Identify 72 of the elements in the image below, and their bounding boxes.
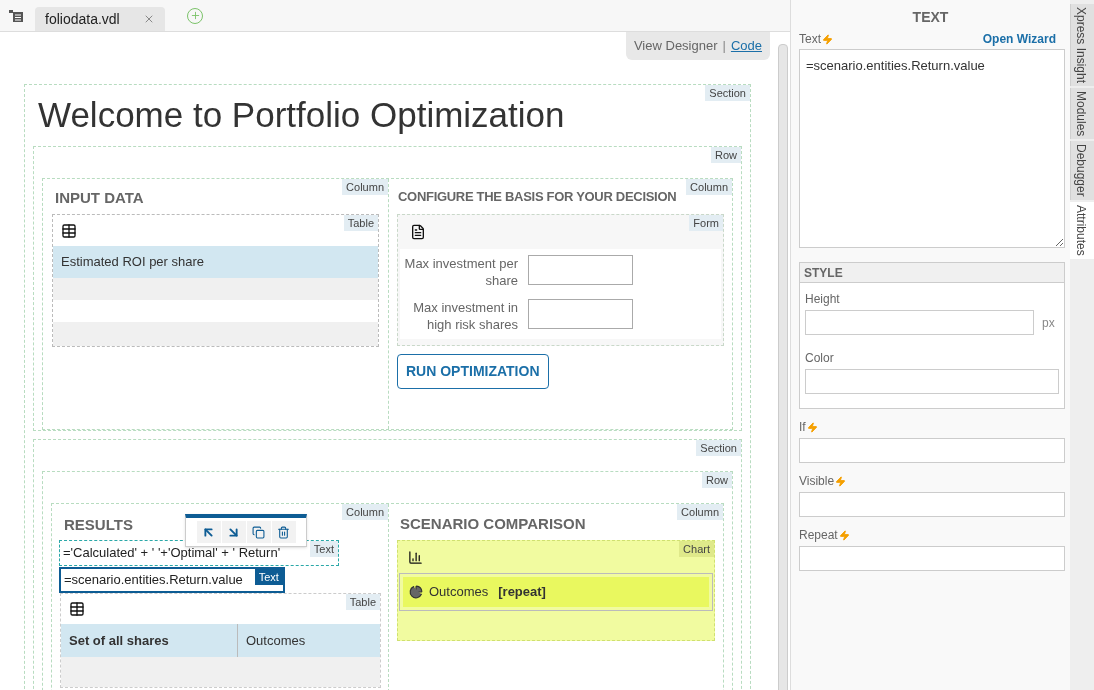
file-tab[interactable]: foliodata.vdl	[35, 7, 165, 31]
color-field[interactable]	[805, 369, 1059, 394]
element-tag: Row	[711, 147, 741, 163]
section-heading: CONFIGURE THE BASIS FOR YOUR DECISION	[397, 188, 677, 206]
panel-title: TEXT	[911, 8, 950, 27]
element-tag: Table	[343, 215, 378, 231]
copy-button[interactable]	[246, 521, 271, 543]
field-label: Height	[805, 291, 841, 308]
text-value: =scenario.entities.Return.value	[64, 571, 243, 590]
unit-label: px	[1042, 314, 1055, 332]
input-field[interactable]	[528, 299, 633, 329]
table-icon	[61, 222, 77, 239]
repeat-label: [repeat]	[498, 583, 546, 602]
table-header-cell: Estimated ROI per share	[53, 246, 378, 278]
field-label: Repeat	[799, 528, 850, 542]
plus-icon	[189, 10, 201, 21]
input-field[interactable]	[528, 255, 633, 285]
text-value: ='Calculated' + ' '+'Optimal' + ' Return'	[63, 544, 281, 563]
side-tab[interactable]: Modules	[1070, 88, 1094, 140]
separator: |	[722, 37, 726, 56]
move-down-button[interactable]	[221, 521, 246, 543]
field-label: If	[799, 420, 818, 434]
view-option-link[interactable]: Code	[730, 36, 762, 56]
height-field[interactable]	[805, 310, 1034, 335]
lightning-icon	[835, 476, 847, 488]
scrollbar[interactable]	[778, 44, 788, 690]
text-element[interactable]: =scenario.entities.Return.value Text	[59, 567, 285, 593]
field-label: Max investment per share	[403, 255, 518, 289]
run-optimization-button[interactable]: RUN OPTIMIZATION	[397, 354, 549, 389]
input-field[interactable]	[799, 546, 1065, 571]
input-field[interactable]	[799, 438, 1065, 463]
close-icon[interactable]	[143, 13, 155, 25]
lightning-icon	[822, 34, 833, 46]
side-tab[interactable]: Xpress Insight	[1070, 4, 1094, 87]
lightning-icon	[838, 530, 850, 542]
series-label: Outcomes	[429, 583, 489, 602]
element-tag: Column	[342, 179, 388, 195]
field-label: Max investment in high risk shares	[412, 299, 518, 333]
delete-button[interactable]	[271, 521, 296, 543]
table-icon	[69, 601, 85, 617]
element-tag: Column	[342, 504, 388, 520]
chart-icon	[408, 549, 423, 565]
form-icon	[410, 224, 426, 240]
field-label: Color	[805, 350, 835, 367]
view-option-link[interactable]: View Designer	[633, 36, 718, 56]
section-heading: RESULTS	[64, 516, 133, 533]
pie-chart-icon	[409, 585, 423, 599]
element-tag: Table	[345, 594, 380, 610]
element-tag: Section	[705, 85, 750, 101]
element-tag: Row	[702, 472, 732, 488]
menu-icon[interactable]	[9, 9, 23, 22]
trash-icon	[277, 525, 290, 539]
text-field[interactable]: =scenario.entities.Return.value	[799, 49, 1065, 248]
copy-icon	[252, 525, 265, 539]
element-tag: Form	[689, 215, 723, 231]
element-tag: Chart	[679, 541, 714, 557]
input-field[interactable]	[799, 492, 1065, 517]
open-wizard-link[interactable]: Open Wizard	[982, 30, 1062, 48]
lightning-icon	[806, 422, 818, 434]
move-up-button[interactable]	[196, 521, 221, 543]
side-tab[interactable]: Debugger	[1070, 141, 1094, 201]
table-header-cell-text: Outcomes	[245, 631, 307, 650]
field-label: Visible	[799, 474, 847, 488]
element-tag: Text	[309, 541, 338, 557]
field-label: Text	[799, 30, 833, 48]
element-tag: Column	[686, 179, 732, 195]
style-header: STYLE	[800, 263, 1064, 283]
section-heading: SCENARIO COMPARISON	[399, 514, 587, 534]
side-tab[interactable]: Attributes	[1070, 202, 1094, 259]
element-tag: Section	[696, 440, 741, 456]
element-tag: Column	[677, 504, 723, 520]
element-tag: Text	[254, 569, 283, 585]
